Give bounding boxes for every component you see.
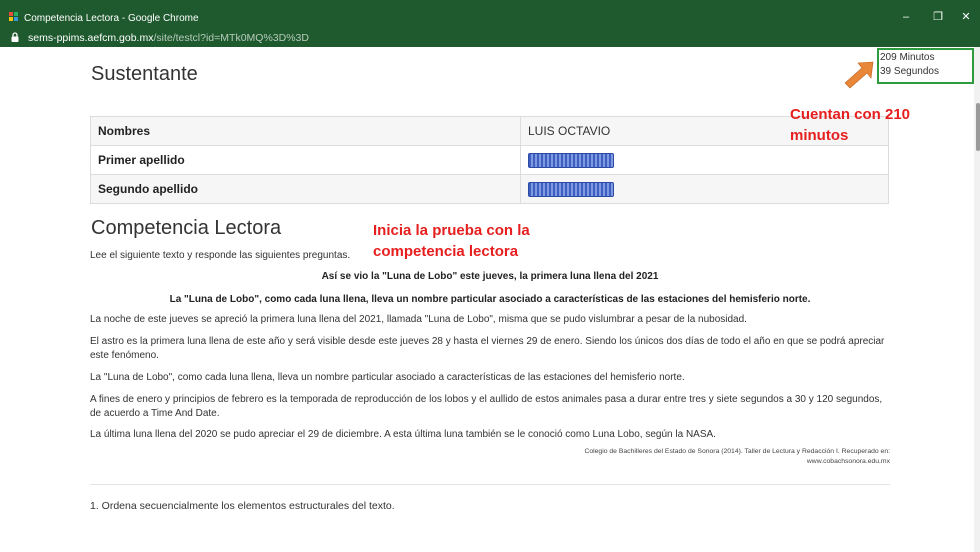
- window-titlebar: Competencia Lectora - Google Chrome – ❐ …: [0, 0, 980, 29]
- article-paragraph: El astro es la primera luna llena de est…: [90, 336, 885, 361]
- row-value: [520, 174, 889, 204]
- timer-seconds: 39 Segundos: [880, 66, 939, 77]
- article-paragraph: La "Luna de Lobo", como cada luna llena,…: [90, 372, 685, 383]
- sustentante-table: Nombres LUIS OCTAVIO Primer apellido Seg…: [90, 116, 889, 204]
- url-text[interactable]: sems-ppims.aefcm.gob.mx/site/testcl?id=M…: [28, 32, 309, 44]
- row-label: Segundo apellido: [90, 174, 521, 204]
- question-1: 1. Ordena secuencialmente los elementos …: [90, 500, 395, 512]
- redacted-value: [528, 152, 614, 168]
- lock-icon: [11, 32, 19, 42]
- window-title: Competencia Lectora - Google Chrome: [24, 13, 199, 24]
- sustentante-heading: Sustentante: [91, 63, 198, 85]
- url-path: /site/testcl?id=MTk0MQ%3D%3D: [153, 32, 309, 44]
- page-scrollbar[interactable]: [974, 47, 980, 552]
- chrome-app-icon: [9, 12, 18, 21]
- minutes-annotation: Cuentan con 210 minutos: [790, 106, 911, 144]
- minimize-button[interactable]: –: [896, 10, 916, 24]
- citation: Colegio de Bachilleres del Estado de Son…: [90, 447, 890, 467]
- start-annotation: Inicia la prueba con la competencia lect…: [373, 222, 530, 260]
- table-row: Nombres LUIS OCTAVIO: [90, 116, 889, 146]
- page-content: Sustentante Nombres LUIS OCTAVIO Primer …: [90, 47, 890, 552]
- competencia-heading: Competencia Lectora: [91, 217, 282, 239]
- row-label: Nombres: [90, 116, 521, 146]
- article-paragraph: La noche de este jueves se apreció la pr…: [90, 314, 747, 325]
- article-subtitle: La "Luna de Lobo", como cada luna llena,…: [169, 294, 811, 305]
- scrollbar-thumb[interactable]: [976, 103, 980, 151]
- url-host: sems-ppims.aefcm.gob.mx: [28, 32, 154, 44]
- address-bar[interactable]: sems-ppims.aefcm.gob.mx/site/testcl?id=M…: [0, 29, 980, 47]
- close-button[interactable]: ✕: [956, 10, 976, 24]
- row-value: [520, 145, 889, 175]
- article-paragraph: A fines de enero y principios de febrero…: [90, 394, 883, 419]
- citation-line: www.cobachsonora.edu.mx: [806, 458, 890, 465]
- maximize-button[interactable]: ❐: [928, 10, 948, 24]
- redacted-value: [528, 181, 614, 197]
- timer-minutes: 209 Minutos: [880, 52, 935, 63]
- arrow-up-right-icon: [844, 61, 874, 89]
- timer-box: 209 Minutos 39 Segundos: [877, 48, 974, 84]
- table-row: Primer apellido: [90, 145, 889, 175]
- table-row: Segundo apellido: [90, 174, 889, 204]
- divider: [90, 484, 890, 485]
- article-paragraph: La última luna llena del 2020 se pudo ap…: [90, 429, 716, 440]
- row-label: Primer apellido: [90, 145, 521, 175]
- article-title: Así se vio la "Luna de Lobo" este jueves…: [321, 271, 659, 282]
- citation-line: Colegio de Bachilleres del Estado de Son…: [584, 448, 890, 455]
